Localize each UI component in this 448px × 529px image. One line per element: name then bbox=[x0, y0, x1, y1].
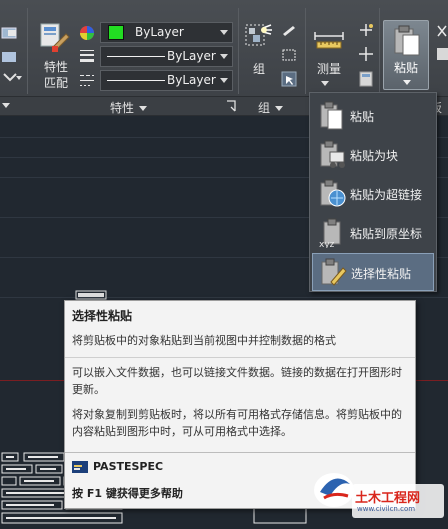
paste-button[interactable]: 粘贴 bbox=[383, 20, 429, 90]
tooltip-paragraph-2: 将对象复制到剪贴板时，将以所有可用格式存储信息。将剪贴板中的内容粘贴到图形中时，… bbox=[72, 408, 402, 438]
chevron-down-icon bbox=[220, 30, 228, 35]
chevron-down-icon[interactable] bbox=[2, 103, 10, 109]
color-combo-value: ByLayer bbox=[135, 25, 184, 39]
modify-tools-icon[interactable] bbox=[0, 22, 22, 92]
paste-as-block-icon bbox=[320, 140, 345, 168]
chevron-down-icon bbox=[403, 80, 411, 85]
paste-as-hyperlink-icon bbox=[320, 179, 346, 207]
paste-label: 粘贴 bbox=[394, 61, 419, 75]
watermark-text: 土木工程网 bbox=[355, 491, 421, 506]
tooltip-divider bbox=[65, 452, 415, 453]
group-icon[interactable] bbox=[243, 22, 273, 56]
paste-to-original-coordinates-icon: xyz bbox=[319, 218, 341, 248]
paste-menu-item-label: 粘贴 bbox=[350, 110, 375, 124]
group-panel-title[interactable]: 组 bbox=[258, 99, 284, 116]
chevron-down-icon[interactable] bbox=[320, 80, 330, 88]
paste-menu-item-paste[interactable]: 粘贴 bbox=[312, 97, 434, 135]
match-properties-label[interactable]: 特性 bbox=[44, 60, 68, 74]
paste-icon bbox=[320, 101, 343, 130]
measure-icon[interactable] bbox=[313, 28, 345, 50]
paste-menu-item-paste-special[interactable]: 选择性粘贴 bbox=[312, 253, 434, 291]
tooltip-help-text: 按 F1 键获得更多帮助 bbox=[72, 487, 183, 500]
measure-label[interactable]: 测量 bbox=[317, 62, 341, 76]
color-wheel-icon[interactable] bbox=[78, 24, 96, 42]
paste-menu-item-paste-as-block[interactable]: 粘贴为块 bbox=[312, 136, 434, 174]
dialog-launcher-icon[interactable] bbox=[226, 100, 236, 112]
paste-menu-item-paste-to-original-coordinates[interactable]: xyz 粘贴到原坐标 bbox=[312, 214, 434, 252]
match-properties-icon[interactable] bbox=[38, 22, 70, 56]
lineweight-icon[interactable] bbox=[78, 48, 96, 64]
match-properties-label-2[interactable]: 匹配 bbox=[44, 76, 68, 90]
ribbon: 特性 匹配 ByLayer ByLayer ByLayer 组 测量 粘贴 bbox=[0, 0, 448, 96]
paste-menu-item-paste-as-hyperlink[interactable]: 粘贴为超链接 bbox=[312, 175, 434, 213]
group-label[interactable]: 组 bbox=[253, 62, 265, 76]
properties-panel-title[interactable]: 特性 bbox=[110, 99, 148, 116]
group-tools-icon[interactable] bbox=[280, 24, 298, 90]
watermark-url: www.civilcn.com bbox=[357, 505, 416, 513]
paste-menu-item-label: 粘贴为超链接 bbox=[350, 188, 423, 202]
color-combo[interactable]: ByLayer bbox=[100, 22, 233, 43]
svg-text:xyz: xyz bbox=[319, 240, 335, 248]
paste-special-icon bbox=[321, 258, 347, 286]
linetype-icon[interactable] bbox=[78, 72, 96, 88]
linetype-combo[interactable]: ByLayer bbox=[100, 70, 233, 91]
chevron-down-icon bbox=[275, 106, 284, 111]
paste-menu-item-label: 选择性粘贴 bbox=[351, 267, 412, 281]
command-icon bbox=[72, 461, 88, 473]
chevron-down-icon bbox=[220, 78, 228, 83]
tooltip-command-name: PASTESPEC bbox=[93, 460, 164, 473]
tooltip-paragraph-1: 可以嵌入文件数据，也可以链接文件数据。链接的数据在打开图形时更新。 bbox=[72, 366, 402, 396]
cut-icon[interactable] bbox=[436, 22, 448, 62]
paste-menu-item-label: 粘贴到原坐标 bbox=[350, 227, 423, 241]
chevron-down-icon bbox=[139, 106, 148, 111]
paste-dropdown-menu: 粘贴 粘贴为块 粘贴为超链接 xyz 粘贴到原坐标 选择性粘贴 bbox=[309, 92, 437, 292]
tooltip-description: 将剪贴板中的对象粘贴到当前视图中并控制数据的格式 bbox=[72, 334, 336, 347]
lineweight-combo-value: ByLayer bbox=[167, 49, 216, 63]
color-swatch bbox=[108, 25, 124, 40]
paste-menu-item-label: 粘贴为块 bbox=[350, 149, 399, 163]
linetype-combo-value: ByLayer bbox=[167, 73, 216, 87]
tooltip-title: 选择性粘贴 bbox=[72, 309, 133, 323]
tooltip-divider bbox=[65, 357, 415, 358]
lineweight-combo[interactable]: ByLayer bbox=[100, 46, 233, 67]
chevron-down-icon bbox=[220, 54, 228, 59]
clipboard-icon bbox=[394, 25, 420, 56]
utilities-tools-icon[interactable] bbox=[356, 22, 376, 88]
